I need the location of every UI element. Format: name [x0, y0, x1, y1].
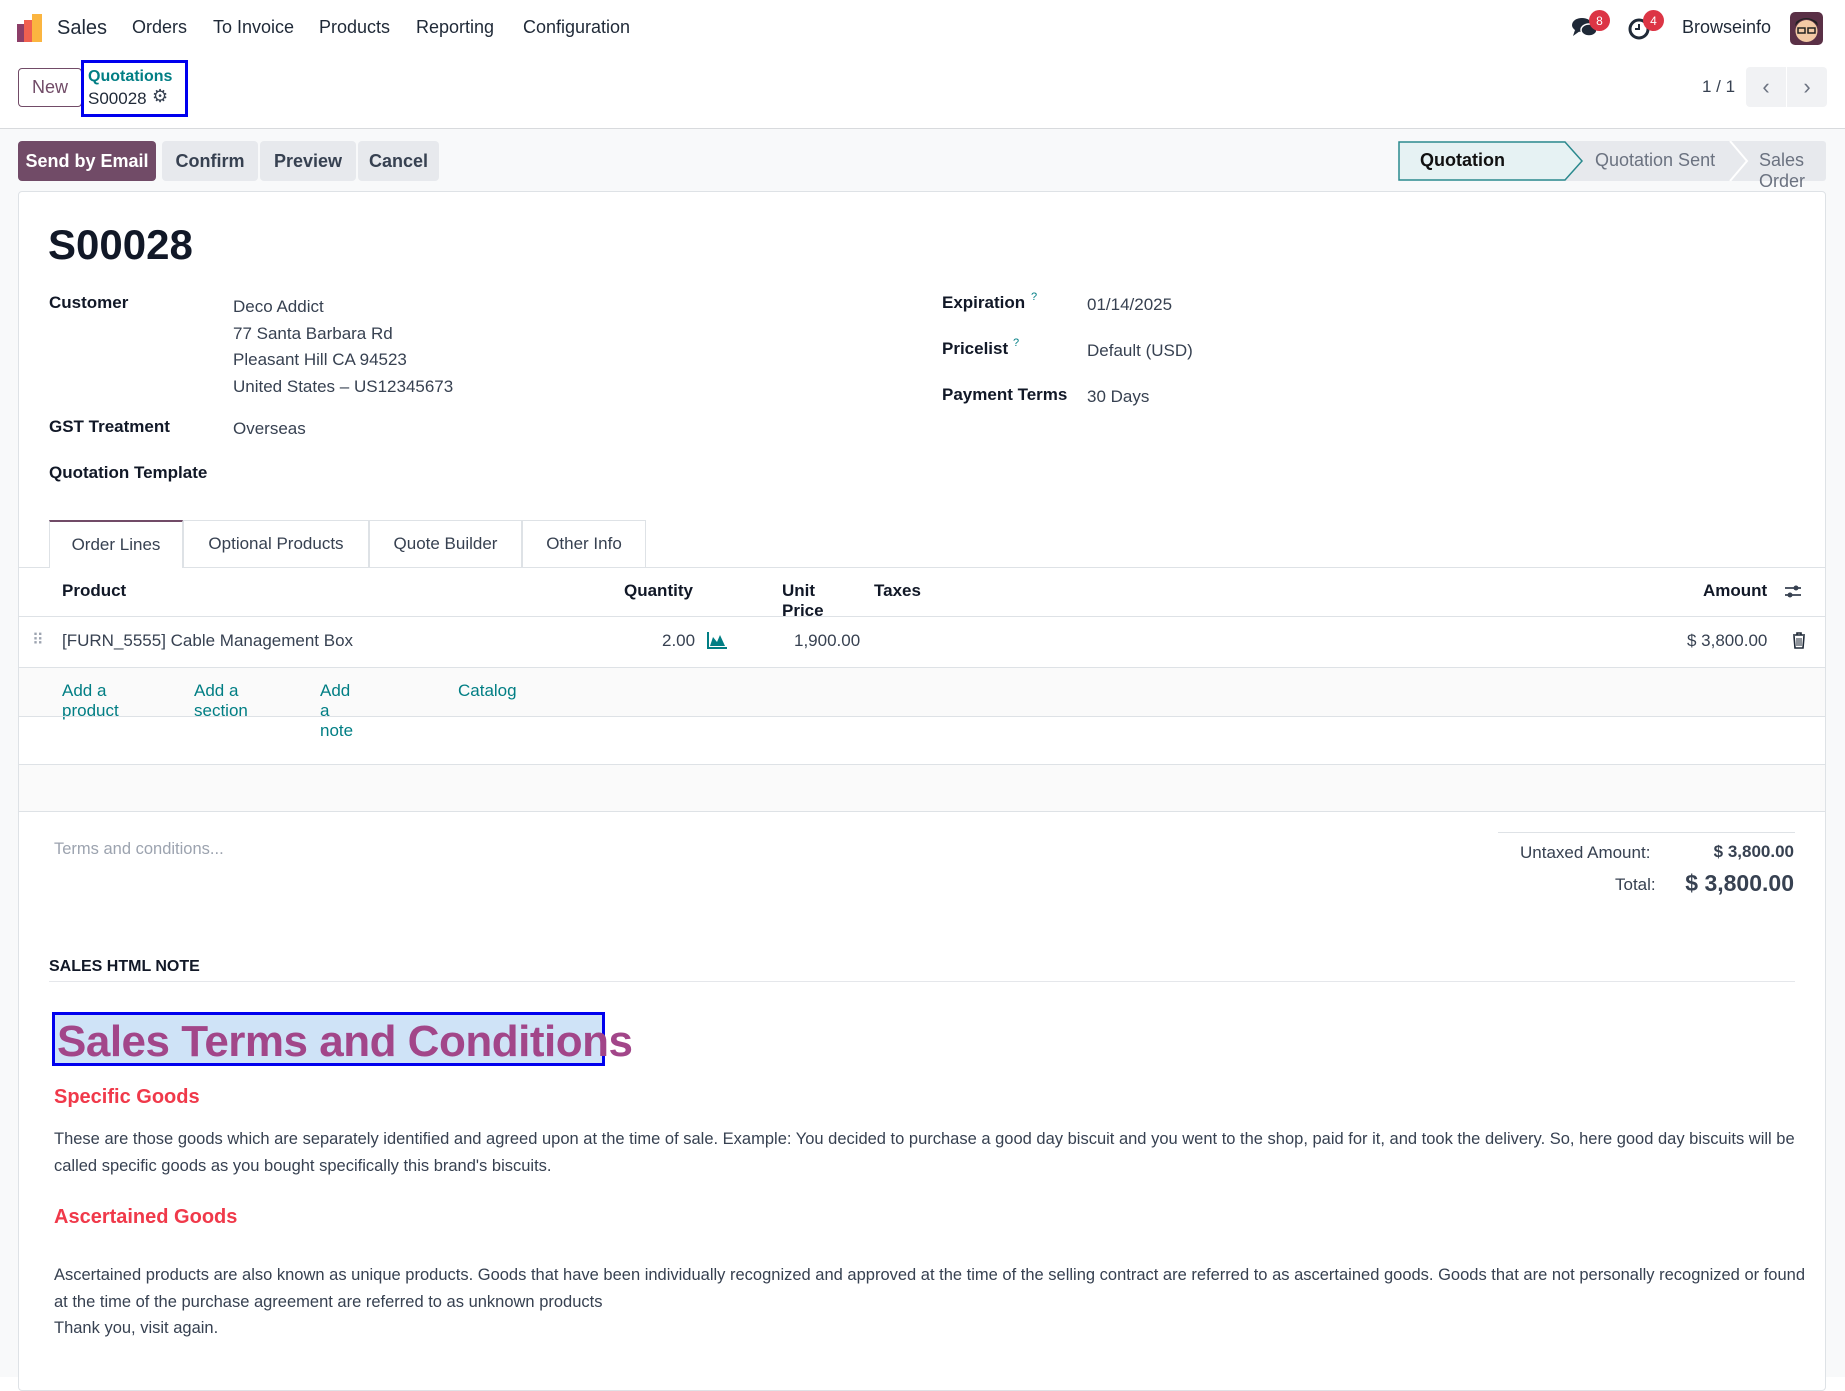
drag-handle-icon[interactable]: ⠿	[32, 630, 44, 650]
trash-icon[interactable]	[1792, 632, 1806, 649]
record-title: S00028	[48, 221, 193, 268]
empty-row	[19, 765, 1825, 811]
total-label: Total:	[1615, 875, 1656, 894]
note-closing: Thank you, visit again.	[54, 1319, 219, 1337]
note-paragraph-ascertained-goods: Ascertained products are also known as u…	[54, 1266, 1805, 1311]
activities-button[interactable]: 4	[1628, 10, 1664, 45]
gst-treatment-value[interactable]: Overseas	[233, 419, 306, 439]
expiration-label: Expiration	[942, 293, 1026, 312]
breadcrumb: Quotations S00028 ⚙	[81, 60, 188, 117]
column-taxes[interactable]: Taxes	[874, 581, 921, 601]
untaxed-amount-value: $ 3,800.00	[1713, 842, 1794, 861]
sales-html-note-title: SALES HTML NOTE	[49, 958, 200, 975]
add-line-row	[19, 668, 1825, 716]
pricelist-value[interactable]: Default (USD)	[1087, 341, 1193, 361]
pager-value[interactable]: 1 / 1	[1702, 77, 1735, 97]
menu-to-invoice[interactable]: To Invoice	[213, 17, 294, 38]
gst-treatment-label: GST Treatment	[49, 417, 170, 436]
status-quotation[interactable]: Quotation	[1420, 150, 1505, 171]
tab-optional-products[interactable]: Optional Products	[183, 520, 369, 567]
cancel-button[interactable]: Cancel	[358, 141, 439, 181]
breadcrumb-quotations[interactable]: Quotations	[88, 68, 172, 86]
terms-input[interactable]: Terms and conditions...	[54, 840, 224, 859]
sales-app-logo-icon[interactable]	[17, 14, 45, 42]
totals-divider	[1498, 832, 1795, 833]
confirm-button[interactable]: Confirm	[162, 141, 258, 181]
messages-badge: 8	[1589, 10, 1610, 31]
untaxed-amount-label: Untaxed Amount:	[1520, 843, 1651, 862]
customer-field[interactable]: Deco Addict 77 Santa Barbara Rd Pleasant…	[233, 294, 453, 400]
status-quotation-sent[interactable]: Quotation Sent	[1595, 150, 1715, 171]
column-product[interactable]: Product	[62, 581, 126, 601]
app-name[interactable]: Sales	[57, 17, 107, 40]
note-subheading-specific-goods: Specific Goods	[54, 1086, 200, 1108]
add-product-link[interactable]: Add a product	[62, 681, 119, 721]
row-unit-price[interactable]: 1,900.00	[794, 631, 860, 651]
customer-city: Pleasant Hill CA 94523	[233, 350, 407, 369]
add-section-link[interactable]: Add a section	[194, 681, 248, 721]
tab-other-info[interactable]: Other Info	[522, 520, 646, 567]
column-quantity[interactable]: Quantity	[624, 581, 693, 601]
user-name[interactable]: Browseinfo	[1682, 17, 1771, 38]
expiration-help-icon[interactable]: ?	[1031, 291, 1037, 303]
messages-button[interactable]: 8	[1572, 10, 1610, 45]
top-navbar: Sales Orders To Invoice Products Reporti…	[0, 0, 1845, 56]
table-row[interactable]: ⠿ [FURN_5555] Cable Management Box 2.00 …	[19, 617, 1825, 667]
status-bar: Quotation Quotation Sent Sales Order	[1398, 141, 1826, 191]
row-product[interactable]: [FURN_5555] Cable Management Box	[62, 631, 353, 651]
activities-badge: 4	[1643, 10, 1664, 31]
menu-products[interactable]: Products	[319, 17, 390, 38]
customer-street: 77 Santa Barbara Rd	[233, 323, 393, 343]
column-settings-icon[interactable]	[1784, 583, 1802, 601]
avatar[interactable]	[1790, 12, 1823, 45]
note-divider	[49, 981, 1795, 982]
menu-configuration[interactable]: Configuration	[523, 17, 630, 38]
note-subheading-ascertained-goods: Ascertained Goods	[54, 1206, 238, 1228]
note-heading-selection[interactable]: Sales Terms and Conditions	[52, 1012, 633, 1066]
add-note-link[interactable]: Add a note	[320, 681, 353, 741]
tab-quote-builder[interactable]: Quote Builder	[369, 520, 522, 567]
pager-next-button[interactable]: ›	[1787, 67, 1827, 107]
status-sales-order[interactable]: Sales Order	[1759, 150, 1826, 192]
payment-terms-value[interactable]: 30 Days	[1087, 387, 1149, 407]
chevron-right-icon: ›	[1803, 74, 1811, 99]
column-amount[interactable]: Amount	[1703, 581, 1767, 601]
column-unit-price[interactable]: Unit Price	[782, 581, 824, 621]
avatar-face-icon	[1795, 18, 1818, 42]
forecast-chart-icon[interactable]	[707, 632, 727, 649]
new-button[interactable]: New	[18, 68, 82, 107]
menu-orders[interactable]: Orders	[132, 17, 187, 38]
customer-label: Customer	[49, 293, 129, 312]
expiration-value[interactable]: 01/14/2025	[1087, 295, 1172, 315]
total-value: $ 3,800.00	[1685, 870, 1794, 896]
catalog-link[interactable]: Catalog	[458, 681, 517, 701]
breadcrumb-current: S00028	[88, 89, 147, 108]
pager-previous-button[interactable]: ‹	[1746, 67, 1786, 107]
tab-order-lines[interactable]: Order Lines	[49, 520, 183, 568]
pricelist-label: Pricelist	[942, 339, 1009, 358]
chevron-left-icon: ‹	[1762, 74, 1770, 99]
preview-button[interactable]: Preview	[260, 141, 356, 181]
row-quantity[interactable]: 2.00	[662, 631, 695, 651]
gear-icon[interactable]: ⚙	[152, 86, 168, 107]
pricelist-help-icon[interactable]: ?	[1013, 337, 1019, 349]
customer-name: Deco Addict	[233, 297, 324, 316]
row-amount: $ 3,800.00	[1687, 631, 1768, 650]
quotation-template-label: Quotation Template	[49, 463, 208, 482]
payment-terms-label: Payment Terms	[942, 385, 1068, 404]
note-paragraph-specific-goods: These are those goods which are separate…	[54, 1130, 1795, 1175]
menu-reporting[interactable]: Reporting	[416, 17, 494, 38]
note-heading: Sales Terms and Conditions	[57, 1017, 633, 1066]
send-by-email-button[interactable]: Send by Email	[18, 141, 156, 181]
customer-country: United States – US12345673	[233, 376, 454, 396]
